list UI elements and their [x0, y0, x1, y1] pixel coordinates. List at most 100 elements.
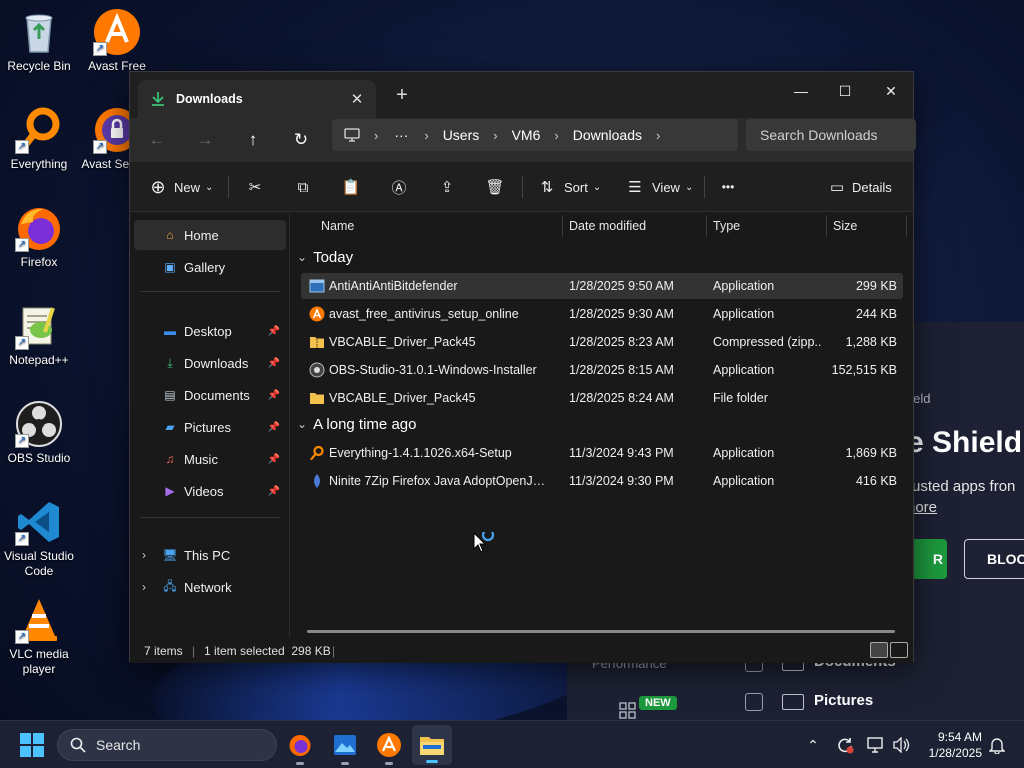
taskbar-file-explorer[interactable]: [412, 725, 452, 765]
pin-icon[interactable]: 📌: [268, 454, 280, 465]
column-divider[interactable]: [906, 215, 907, 237]
new-tab-button[interactable]: +: [392, 84, 412, 107]
more-options-button[interactable]: •••: [716, 174, 740, 200]
maximize-button[interactable]: ☐: [822, 76, 868, 106]
taskbar-photos[interactable]: [329, 729, 361, 765]
avast-icon: [377, 733, 401, 757]
windows-start-icon[interactable]: [20, 733, 44, 757]
desktop-icon-notepadpp[interactable]: ↗ Notepad++: [0, 302, 78, 368]
details-view-button[interactable]: [870, 642, 888, 658]
refresh-button[interactable]: ↻: [286, 126, 316, 154]
close-tab-icon[interactable]: ✕: [346, 90, 368, 108]
chevron-right-icon[interactable]: ›: [642, 128, 674, 143]
avast-checkbox[interactable]: [745, 693, 763, 711]
forward-button[interactable]: →: [190, 126, 220, 154]
taskbar-search[interactable]: Search: [57, 729, 277, 761]
back-button[interactable]: ←: [142, 126, 172, 154]
sidebar-item-home[interactable]: ⌂ Home: [134, 220, 286, 250]
tiles-view-button[interactable]: [890, 642, 908, 658]
sidebar-item-desktop[interactable]: ▬ Desktop 📌: [134, 316, 286, 346]
column-header-date[interactable]: Date modified: [569, 213, 646, 239]
volume-icon[interactable]: [891, 735, 911, 755]
chevron-up-icon[interactable]: ⌃: [803, 735, 823, 755]
chevron-right-icon[interactable]: ›: [410, 128, 442, 143]
breadcrumb[interactable]: › ··· › Users › VM6 › Downloads ›: [332, 119, 738, 151]
avast-block-button[interactable]: BLOC: [964, 539, 1024, 579]
delete-button[interactable]: 🗑: [482, 174, 508, 200]
column-header-name[interactable]: Name: [321, 213, 354, 239]
system-clock[interactable]: 9:54 AM 1/28/2025: [918, 729, 982, 761]
breadcrumb-vm6[interactable]: VM6: [512, 127, 541, 143]
sort-button[interactable]: ⇅ Sort ⌄: [534, 174, 602, 200]
pin-icon[interactable]: 📌: [268, 326, 280, 337]
file-row[interactable]: avast_free_antivirus_setup_online 1/28/2…: [301, 301, 903, 327]
up-button[interactable]: ↑: [238, 126, 268, 154]
column-header-size[interactable]: Size: [833, 213, 857, 239]
notification-bell-icon[interactable]: [987, 735, 1007, 755]
pin-icon[interactable]: 📌: [268, 390, 280, 401]
sidebar-item-network[interactable]: › 🖧 Network: [134, 572, 286, 602]
paste-button[interactable]: 📋: [338, 174, 364, 200]
apps-grid-icon[interactable]: [619, 702, 645, 720]
ellipsis-icon[interactable]: ···: [392, 127, 410, 143]
sidebar-item-pictures[interactable]: ▰ Pictures 📌: [134, 412, 286, 442]
file-row[interactable]: AntiAntiAntiBitdefender 1/28/2025 9:50 A…: [301, 273, 903, 299]
cut-button[interactable]: ✂: [242, 174, 268, 200]
title-bar[interactable]: Downloads ✕ + — ☐ ✕: [130, 72, 913, 118]
file-row[interactable]: Ninite 7Zip Firefox Java AdoptOpenJDK x.…: [301, 468, 903, 494]
breadcrumb-downloads[interactable]: Downloads: [573, 127, 642, 143]
group-header-older[interactable]: ⌄ A long time ago: [297, 412, 416, 436]
search-input[interactable]: [746, 119, 916, 151]
view-button[interactable]: ☰ View ⌄: [622, 174, 693, 200]
chevron-right-icon[interactable]: ›: [142, 580, 146, 594]
horizontal-scrollbar[interactable]: [307, 630, 895, 633]
desktop-icon-vscode[interactable]: ↗ Visual Studio Code: [0, 498, 78, 579]
breadcrumb-users[interactable]: Users: [443, 127, 480, 143]
group-header-today[interactable]: ⌄ Today: [297, 245, 353, 269]
sidebar-item-gallery[interactable]: ▣ Gallery: [134, 252, 286, 282]
sidebar-item-videos[interactable]: ▶ Videos 📌: [134, 476, 286, 506]
sidebar-item-downloads[interactable]: ⤓ Downloads 📌: [134, 348, 286, 378]
desktop-icon-vlc[interactable]: ↗ VLC media player: [0, 596, 78, 677]
chevron-down-icon[interactable]: ⌄: [297, 417, 307, 431]
sync-alert-icon[interactable]: [835, 735, 855, 755]
desktop-icon-avast-antivirus[interactable]: ↗ Avast Free Antivirus: [78, 8, 156, 74]
file-row[interactable]: Everything-1.4.1.1026.x64-Setup 11/3/202…: [301, 440, 903, 466]
column-divider[interactable]: [706, 215, 707, 237]
column-divider[interactable]: [826, 215, 827, 237]
pin-icon[interactable]: 📌: [268, 358, 280, 369]
desktop-icon-everything[interactable]: ↗ Everything: [0, 106, 78, 172]
rename-button[interactable]: Ⓐ: [386, 174, 412, 200]
taskbar-firefox[interactable]: [284, 729, 316, 765]
network-icon[interactable]: [866, 735, 886, 755]
desktop-icon-obs[interactable]: ↗ OBS Studio: [0, 400, 78, 466]
desktop-icon-firefox[interactable]: ↗ Firefox: [0, 204, 78, 270]
chevron-down-icon[interactable]: ⌄: [297, 250, 307, 264]
chevron-right-icon[interactable]: ›: [479, 128, 511, 143]
file-row[interactable]: OBS-Studio-31.0.1-Windows-Installer 1/28…: [301, 357, 903, 383]
file-row[interactable]: VBCABLE_Driver_Pack45 1/28/2025 8:23 AM …: [301, 329, 903, 355]
chevron-right-icon[interactable]: ›: [540, 128, 572, 143]
chevron-right-icon[interactable]: ›: [360, 128, 392, 143]
new-button[interactable]: ⊕ New ⌄: [148, 174, 213, 200]
close-window-button[interactable]: ✕: [868, 76, 914, 106]
desktop-icon-recycle-bin[interactable]: Recycle Bin: [0, 8, 78, 74]
pin-icon[interactable]: 📌: [268, 422, 280, 433]
sidebar-item-documents[interactable]: ▤ Documents 📌: [134, 380, 286, 410]
details-button[interactable]: ▭ Details: [828, 174, 892, 200]
taskbar-avast[interactable]: [373, 729, 405, 765]
pin-icon[interactable]: 📌: [268, 486, 280, 497]
chevron-right-icon[interactable]: ›: [142, 548, 146, 562]
computer-icon[interactable]: [344, 128, 360, 142]
column-header-type[interactable]: Type: [713, 213, 740, 239]
file-row[interactable]: VBCABLE_Driver_Pack45 1/28/2025 8:24 AM …: [301, 385, 903, 411]
share-button[interactable]: ⇪: [434, 174, 460, 200]
copy-button[interactable]: ⧉: [290, 174, 316, 200]
toolbar-divider: [522, 176, 523, 198]
tab-downloads[interactable]: Downloads ✕: [138, 80, 376, 118]
copy-icon: ⧉: [297, 178, 309, 196]
column-divider[interactable]: [562, 215, 563, 237]
minimize-button[interactable]: —: [778, 76, 824, 106]
sidebar-item-music[interactable]: ♫ Music 📌: [134, 444, 286, 474]
sidebar-item-this-pc[interactable]: › 🖥 This PC: [134, 540, 286, 570]
